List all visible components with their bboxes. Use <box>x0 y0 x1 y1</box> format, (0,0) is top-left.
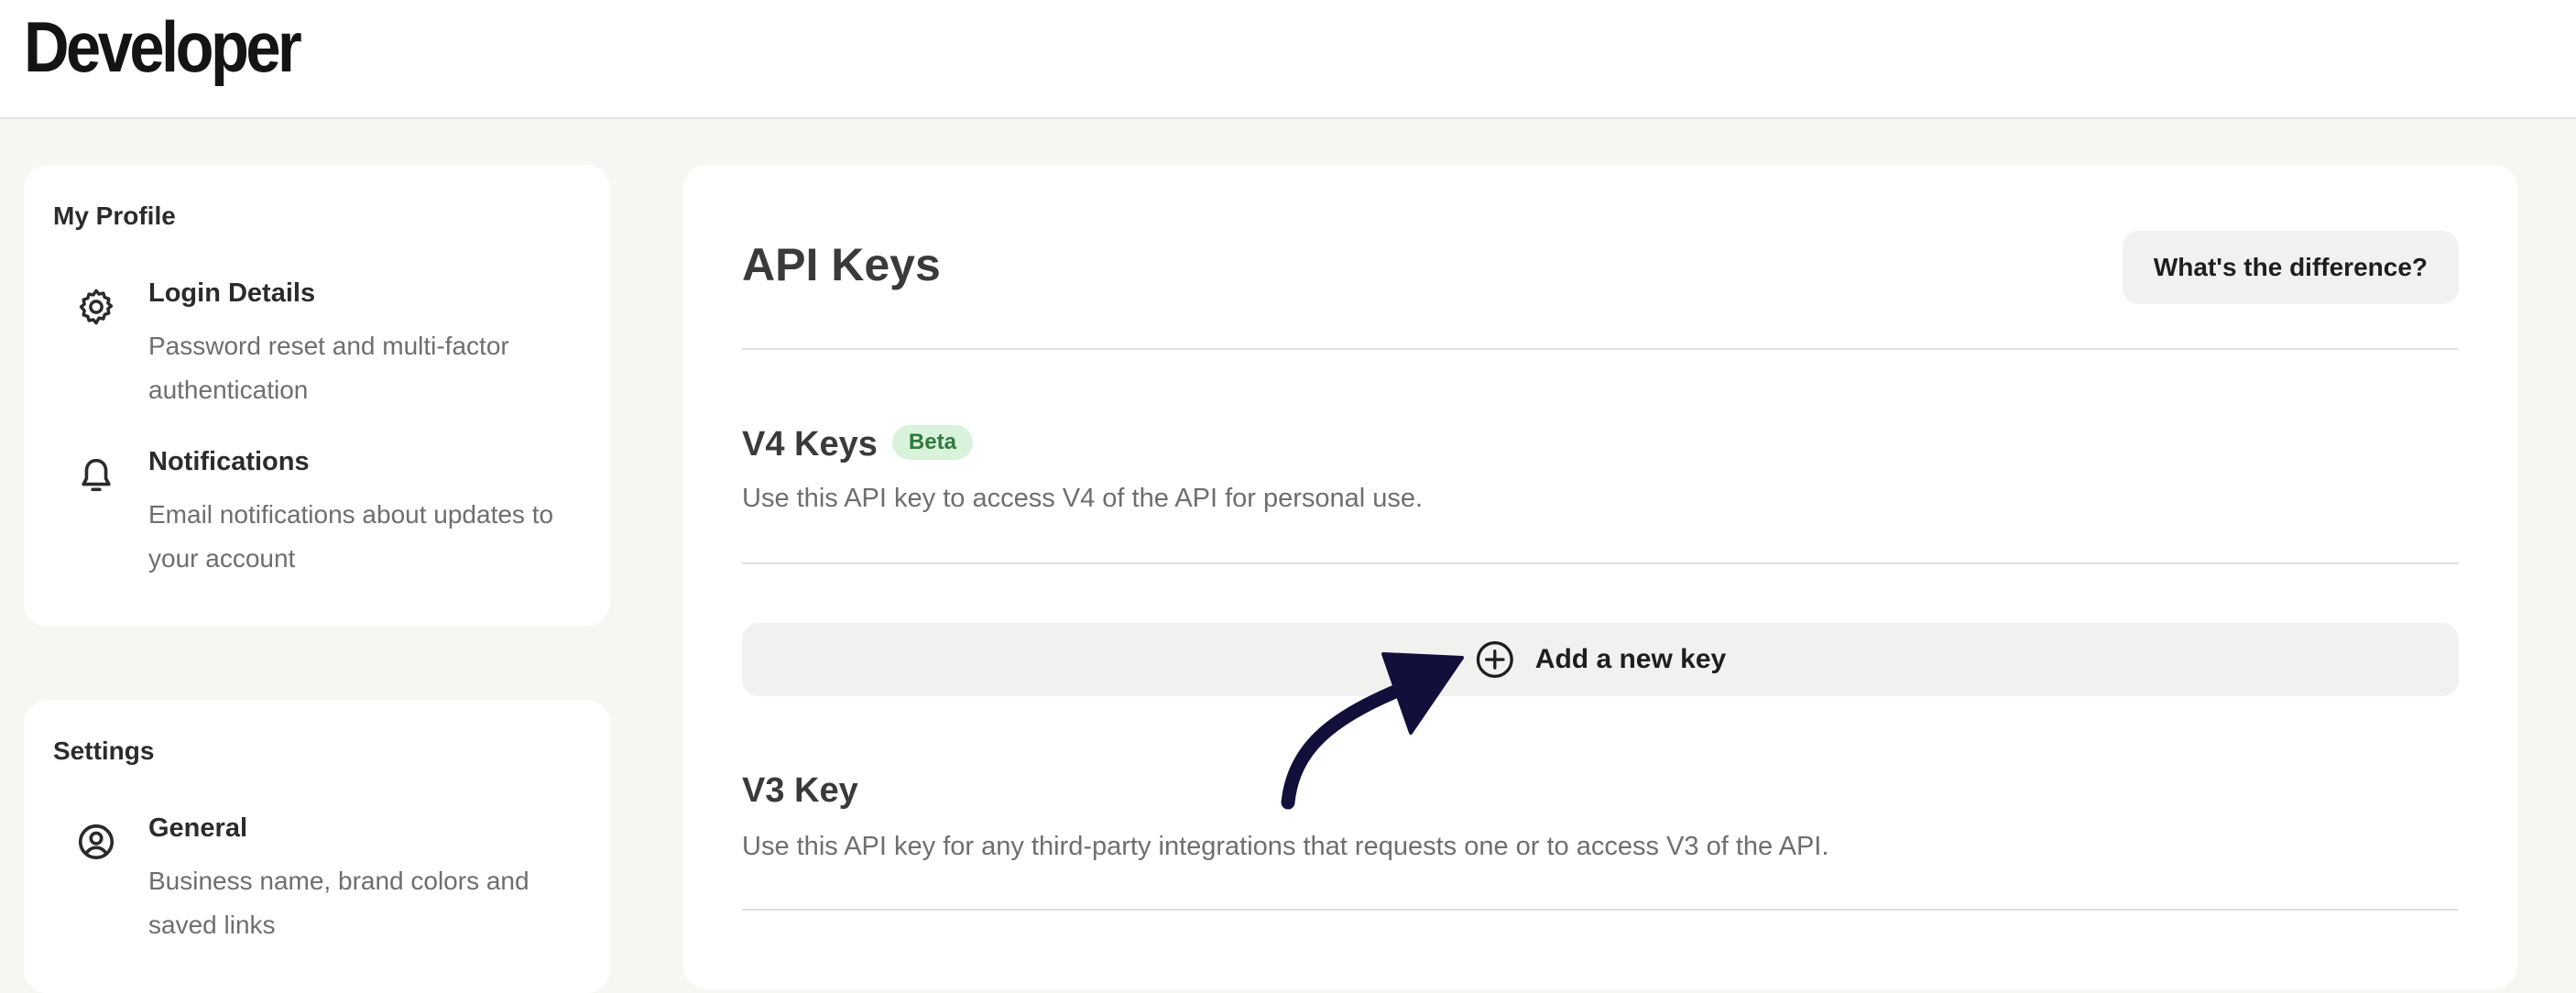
beta-badge: Beta <box>891 424 973 460</box>
divider <box>742 909 2459 911</box>
sidebar-item-notifications[interactable]: Notifications Email notifications about … <box>24 445 610 592</box>
top-bar: Developer <box>0 0 2576 119</box>
v3-key-description: Use this API key for any third-party int… <box>742 832 1829 861</box>
v4-keys-title: V4 Keys <box>742 425 878 464</box>
annotation-arrow-icon <box>1281 652 1464 810</box>
sidebar-item-label: Notifications <box>148 447 310 476</box>
gear-icon <box>79 289 114 325</box>
add-new-key-label: Add a new key <box>1534 644 1727 674</box>
v4-keys-description: Use this API key to access V4 of the API… <box>742 484 1424 513</box>
user-circle-icon <box>78 824 115 860</box>
divider <box>742 562 2459 564</box>
bell-icon <box>82 458 111 492</box>
v3-key-title: V3 Key <box>742 771 858 810</box>
brand-logo[interactable]: Developer <box>24 5 302 89</box>
sidebar-item-description: Business name, brand colors and saved li… <box>148 867 529 939</box>
whats-the-difference-button[interactable]: What's the difference? <box>2122 231 2459 304</box>
sidebar-item-description: Password reset and multi-factor authenti… <box>148 332 509 404</box>
v4-keys-heading: V4 Keys Beta <box>742 424 973 464</box>
sidebar-item-label: Login Details <box>148 278 316 308</box>
divider <box>742 348 2459 350</box>
sidebar-section-title: Settings <box>53 737 155 765</box>
sidebar-item-general[interactable]: General Business name, brand colors and … <box>24 813 610 960</box>
sidebar-item-description: Email notifications about updates to you… <box>148 500 554 573</box>
sidebar-section-title: My Profile <box>53 202 176 230</box>
sidebar-item-label: General <box>148 813 247 843</box>
api-keys-card: API Keys What's the difference? V4 Keys B… <box>683 165 2517 989</box>
sidebar-item-login-details[interactable]: Login Details Password reset and multi-f… <box>24 277 610 423</box>
sidebar-profile-card: My Profile Login Details Password reset … <box>24 165 610 627</box>
sidebar-settings-card: Settings General Business name, brand co… <box>24 700 610 993</box>
page-title: API Keys <box>742 239 941 290</box>
add-new-key-button[interactable]: Add a new key <box>742 623 2459 696</box>
